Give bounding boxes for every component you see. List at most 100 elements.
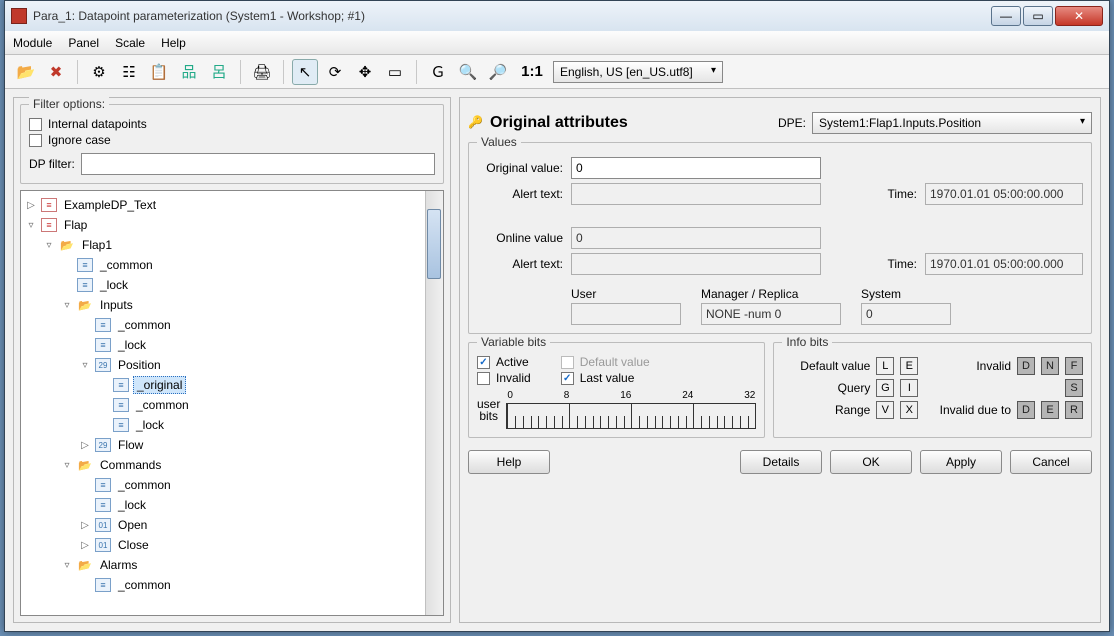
bit-I[interactable]: I (900, 379, 918, 397)
menu-panel[interactable]: Panel (68, 36, 99, 50)
tree-node[interactable]: _original (21, 375, 425, 395)
expand-icon[interactable]: ▿ (43, 240, 55, 251)
tick-16: 16 (620, 390, 631, 401)
language-select[interactable]: English, US [en_US.utf8] (553, 61, 723, 83)
invalid-due-label: Invalid due to (940, 403, 1011, 417)
default-value-label: Default value (580, 355, 650, 369)
bit-R[interactable]: R (1065, 401, 1083, 419)
bit-N[interactable]: N (1041, 357, 1059, 375)
apply-button[interactable]: Apply (920, 450, 1002, 474)
tree-label: _lock (97, 277, 131, 293)
tree-node[interactable]: _common (21, 315, 425, 335)
tree-label: Close (115, 537, 152, 553)
internal-dp-checkbox[interactable]: Internal datapoints (29, 117, 435, 131)
dpe-label: DPE: (778, 116, 806, 130)
ok-button[interactable]: OK (830, 450, 912, 474)
bit-X[interactable]: X (900, 401, 918, 419)
minimize-button[interactable]: — (991, 6, 1021, 26)
open-icon[interactable]: 📂 (13, 59, 39, 85)
expand-icon[interactable]: ▿ (25, 220, 37, 231)
expand-icon[interactable]: ▷ (79, 440, 91, 451)
tree-node[interactable]: _lock (21, 495, 425, 515)
bit-E[interactable]: E (900, 357, 918, 375)
tree-label: _lock (115, 337, 149, 353)
tree-node[interactable]: ▷ 01 Close (21, 535, 425, 555)
rotate-icon[interactable]: ⟳ (322, 59, 348, 85)
tree-collapse-icon[interactable]: 呂 (206, 59, 232, 85)
expand-icon[interactable]: ▿ (61, 560, 73, 571)
tree-node[interactable]: ▷01Open (21, 515, 425, 535)
pointer-icon[interactable]: ↖ (292, 59, 318, 85)
dp-filter-input[interactable] (81, 153, 435, 175)
scrollbar[interactable] (425, 191, 443, 615)
tree-node[interactable]: ▿29Position (21, 355, 425, 375)
bool-icon: 01 (95, 538, 111, 552)
user-bits-scale[interactable]: 0 8 16 24 32 (506, 403, 756, 429)
tree-node[interactable]: _lock (21, 275, 425, 295)
default-value-label: Default value (782, 359, 870, 373)
bit-L[interactable]: L (876, 357, 894, 375)
tree-node[interactable]: _common (21, 255, 425, 275)
menu-scale[interactable]: Scale (115, 36, 145, 50)
tree-node[interactable]: _common (21, 475, 425, 495)
expand-icon[interactable]: ▷ (79, 540, 91, 551)
leaf-icon (95, 478, 111, 492)
bit-F[interactable]: F (1065, 357, 1083, 375)
tree-body[interactable]: ▷ExampleDP_Text▿Flap▿Flap1_common_lock▿I… (21, 191, 425, 615)
dpe-select[interactable]: System1:Flap1.Inputs.Position (812, 112, 1092, 134)
print-icon[interactable]: 🖨 (249, 59, 275, 85)
expand-icon[interactable]: ▿ (79, 360, 91, 371)
tree-expand-icon[interactable]: 品 (176, 59, 202, 85)
active-checkbox[interactable]: Active (477, 355, 531, 369)
move-icon[interactable]: ✥ (352, 59, 378, 85)
bit-D2[interactable]: D (1017, 401, 1035, 419)
bit-V[interactable]: V (876, 401, 894, 419)
expand-icon[interactable]: ▿ (61, 460, 73, 471)
help-button[interactable]: Help (468, 450, 550, 474)
zoom-in-icon[interactable]: 🔍 (455, 59, 481, 85)
zoom-out-icon[interactable]: 🔎 (485, 59, 511, 85)
tree-node[interactable]: ▿Alarms (21, 555, 425, 575)
find-icon[interactable]: Ｇ (425, 59, 451, 85)
expand-icon[interactable]: ▿ (61, 300, 73, 311)
ignore-case-checkbox[interactable]: Ignore case (29, 133, 435, 147)
online-time-value: 1970.01.01 05:00:00.000 (925, 253, 1083, 275)
tree-node[interactable]: _common (21, 395, 425, 415)
last-value-checkbox[interactable]: Last value (561, 371, 650, 385)
bit-D[interactable]: D (1017, 357, 1035, 375)
delete-icon[interactable]: ✖ (43, 59, 69, 85)
hierarchy-icon[interactable]: ☷ (116, 59, 142, 85)
original-value-input[interactable] (571, 157, 821, 179)
zoom-ratio[interactable]: 1:1 (515, 59, 549, 85)
tree-node[interactable]: ▿Flap (21, 215, 425, 235)
tree-node[interactable]: _common (21, 575, 425, 595)
tree-node[interactable]: ▿ Commands (21, 455, 425, 475)
maximize-button[interactable]: ▭ (1023, 6, 1053, 26)
invalid-checkbox[interactable]: Invalid (477, 371, 531, 385)
copy-icon[interactable]: 📋 (146, 59, 172, 85)
online-time-label: Time: (877, 257, 917, 271)
expand-icon[interactable]: ▷ (79, 520, 91, 531)
details-button[interactable]: Details (740, 450, 822, 474)
tree-label: ExampleDP_Text (61, 197, 159, 213)
menu-help[interactable]: Help (161, 36, 186, 50)
rect-icon[interactable]: ▭ (382, 59, 408, 85)
tree-node[interactable]: _lock (21, 415, 425, 435)
tree-node[interactable]: ▷29Flow (21, 435, 425, 455)
scrollbar-thumb[interactable] (427, 209, 441, 279)
tree-label: Commands (97, 457, 164, 473)
refresh-icon[interactable]: ⚙ (86, 59, 112, 85)
tree-node[interactable]: ▿Inputs (21, 295, 425, 315)
body: Filter options: Internal datapoints Igno… (5, 89, 1109, 631)
tree-node[interactable]: ▿Flap1 (21, 235, 425, 255)
menu-module[interactable]: Module (13, 36, 52, 50)
tree-node[interactable]: ▷ ExampleDP_Text (21, 195, 425, 215)
tree-node[interactable]: _lock (21, 335, 425, 355)
values-legend: Values (477, 135, 521, 149)
bit-E2[interactable]: E (1041, 401, 1059, 419)
expand-icon[interactable]: ▷ (25, 200, 37, 211)
cancel-button[interactable]: Cancel (1010, 450, 1092, 474)
close-button[interactable]: ✕ (1055, 6, 1103, 26)
bit-G[interactable]: G (876, 379, 894, 397)
bit-S[interactable]: S (1065, 379, 1083, 397)
